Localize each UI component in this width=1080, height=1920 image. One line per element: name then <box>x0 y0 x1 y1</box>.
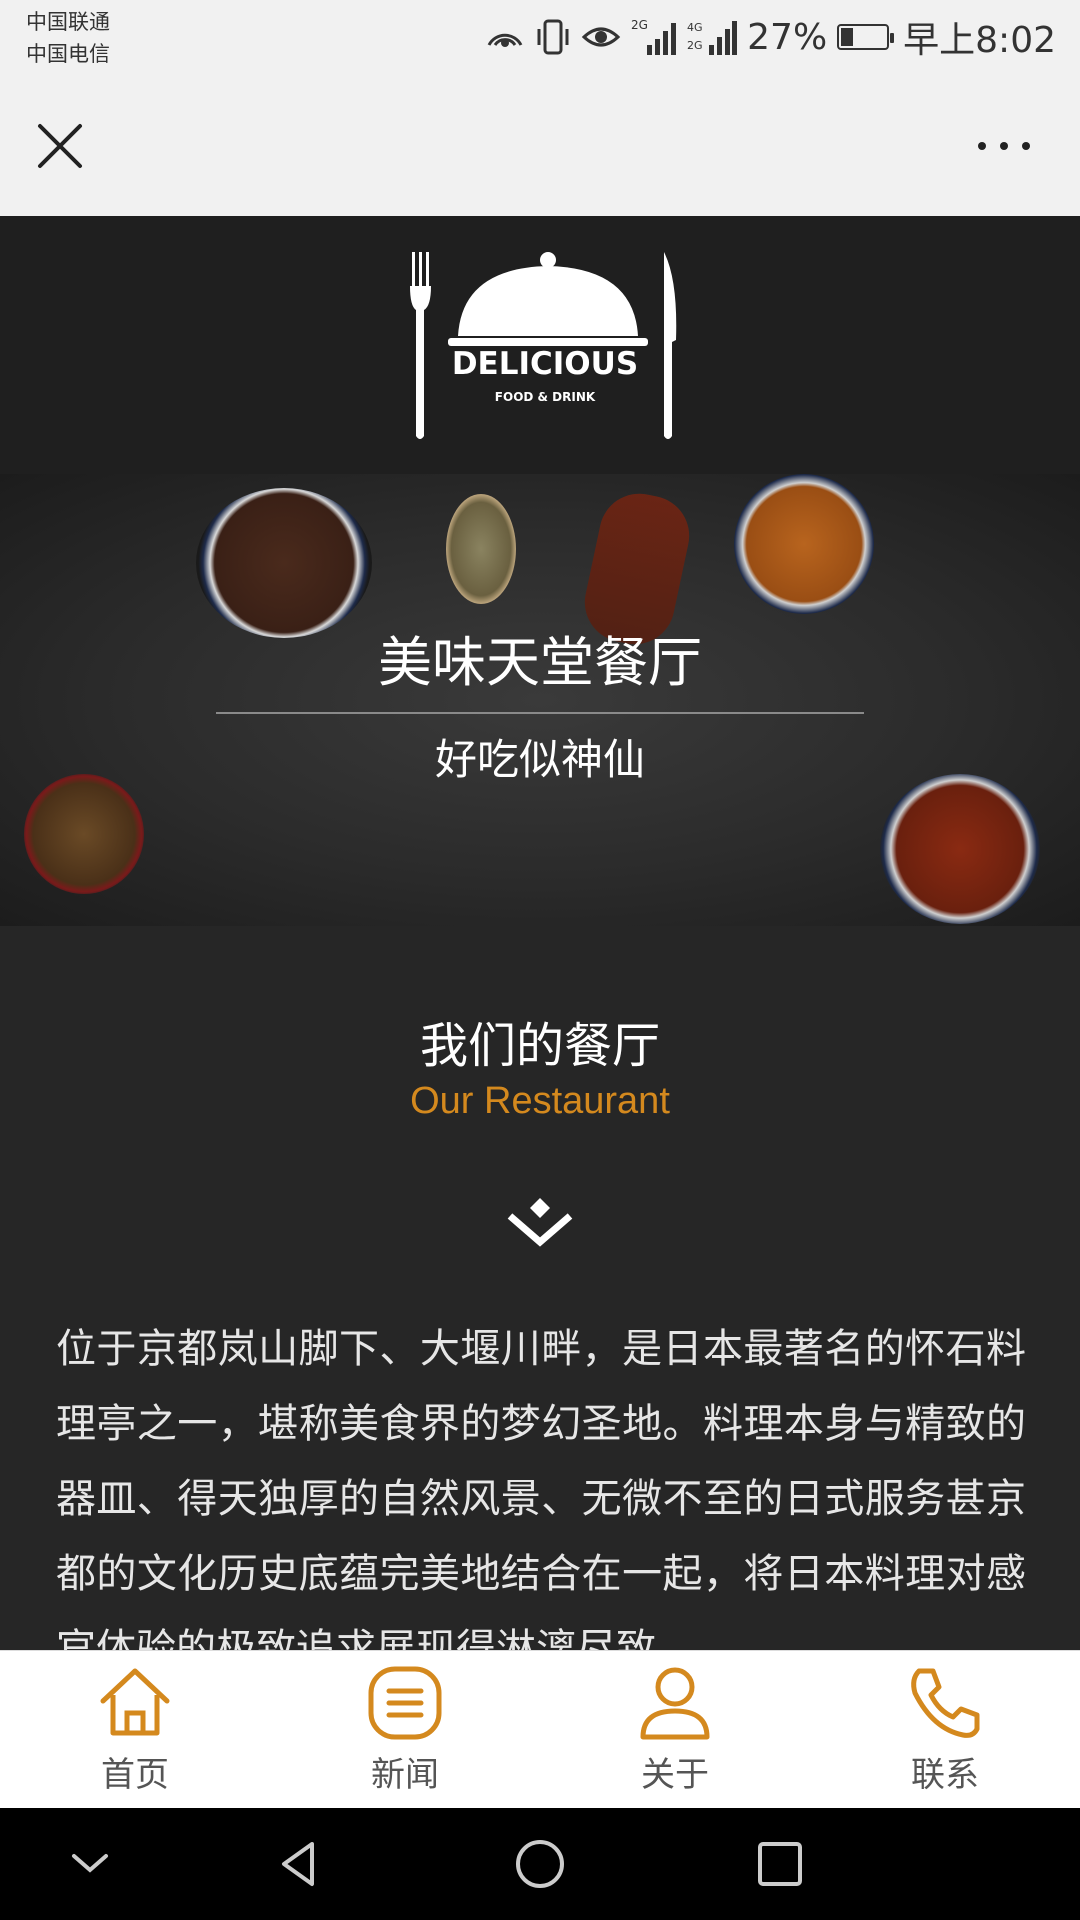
tab-label: 联系 <box>911 1755 979 1795</box>
chevron-down-icon[interactable] <box>62 1836 118 1892</box>
hero-banner: 美味天堂餐厅 好吃似神仙 <box>0 474 1080 926</box>
section-body: 位于京都岚山脚下、大堰川畔，是日本最著名的怀石料理亭之一，堪称美食界的梦幻圣地。… <box>56 1326 1026 1672</box>
carrier-1: 中国联通 <box>26 10 110 34</box>
carrier-2: 中国电信 <box>26 42 110 66</box>
logo-title: DELICIOUS <box>451 346 639 382</box>
tab-news[interactable]: 新闻 <box>270 1651 540 1808</box>
svg-text:4G: 4G <box>687 21 703 34</box>
hero-title: 美味天堂餐厅 <box>378 631 702 694</box>
spice-bowl-image <box>880 774 1040 924</box>
carriers: 中国联通 中国电信 <box>26 6 110 70</box>
nav-bar <box>0 78 1080 216</box>
section-subtitle: Our Restaurant <box>410 1080 670 1122</box>
home-circle-icon[interactable] <box>512 1836 568 1892</box>
eye-icon <box>581 27 621 47</box>
logo-header: DELICIOUS FOOD & DRINK <box>0 216 1080 474</box>
signal-icon-2: 4G 2G <box>687 21 738 55</box>
spice-spoon-image <box>446 494 516 604</box>
section-title: 我们的餐厅 <box>419 1018 660 1074</box>
page: 中国联通 中国电信 2G 4G 2G 27% 早上8:02 DELICIOUS … <box>0 0 1080 1920</box>
tab-label: 首页 <box>101 1755 169 1795</box>
status-icons: 2G 4G 2G 27% 早上8:02 <box>485 14 1056 61</box>
system-nav-bar <box>0 1808 1080 1920</box>
hotspot-icon <box>487 33 523 47</box>
tab-about[interactable]: 关于 <box>540 1651 810 1808</box>
signal-icon-1: 2G <box>631 18 677 55</box>
chevron-down-icon <box>507 1198 573 1247</box>
network-1-label: 2G <box>631 18 648 32</box>
status-bar: 中国联通 中国电信 2G 4G 2G 27% 早上8:02 <box>0 0 1080 78</box>
spice-bowl-image <box>734 474 874 614</box>
phone-icon <box>911 1668 980 1738</box>
cloche-icon <box>410 252 677 439</box>
tab-bar: 首页 新闻 关于 联系 <box>0 1650 1080 1808</box>
home-icon <box>100 1668 170 1736</box>
tab-contact[interactable]: 联系 <box>810 1651 1080 1808</box>
back-icon[interactable] <box>272 1836 328 1892</box>
clock: 早上8:02 <box>903 20 1056 61</box>
tab-label: 新闻 <box>371 1755 439 1795</box>
tab-home[interactable]: 首页 <box>0 1651 270 1808</box>
battery-fill <box>841 28 854 46</box>
spice-bowl-image <box>196 488 372 638</box>
news-icon <box>368 1666 442 1740</box>
hero-divider <box>216 712 864 714</box>
tab-label: 关于 <box>641 1755 709 1795</box>
vibrate-icon <box>537 19 569 55</box>
logo-subtitle: FOOD & DRINK <box>494 390 596 404</box>
more-icon[interactable] <box>968 126 1040 166</box>
user-icon <box>640 1667 710 1740</box>
recent-apps-icon[interactable] <box>752 1836 808 1892</box>
spice-bowl-image <box>24 774 144 894</box>
hero-subtitle: 好吃似神仙 <box>434 735 645 784</box>
battery-percent: 27% <box>747 16 828 58</box>
logo: DELICIOUS FOOD & DRINK <box>400 250 690 440</box>
battery-icon <box>837 24 895 50</box>
svg-text:2G: 2G <box>687 39 703 52</box>
close-icon[interactable] <box>30 116 90 176</box>
